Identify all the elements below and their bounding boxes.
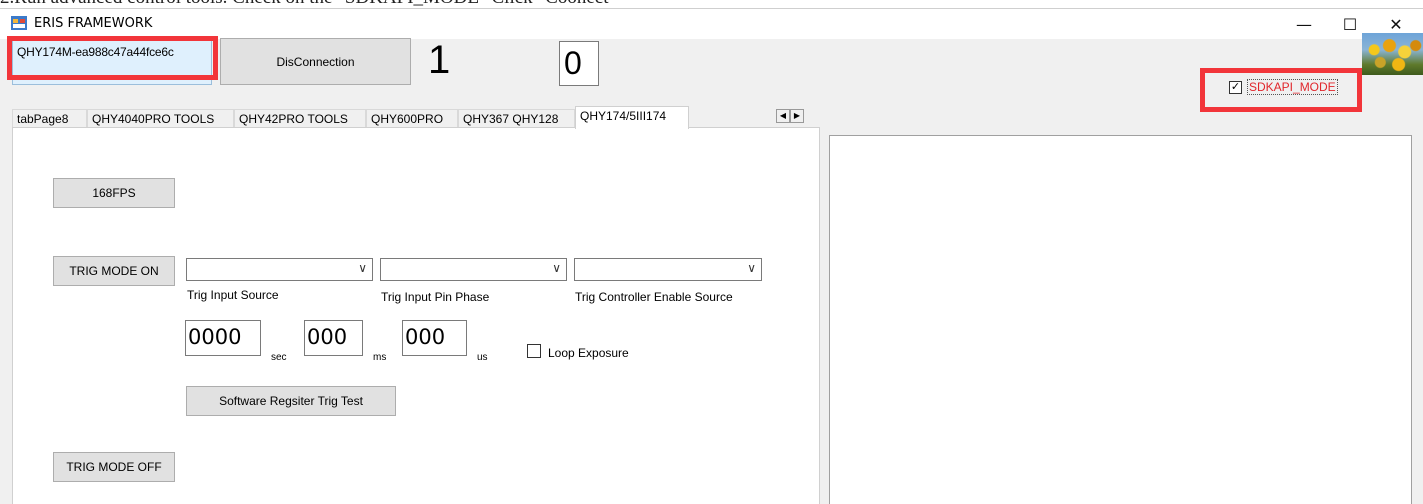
tab-qhy42pro-tools[interactable]: QHY42PRO TOOLS	[234, 109, 366, 128]
sdkapi-mode-checkbox[interactable]: ✓	[1229, 81, 1242, 94]
sdkapi-mode-label[interactable]: SDKAPI_MODE	[1247, 79, 1338, 95]
sec-unit-label: sec	[271, 352, 287, 363]
title-bar: ERIS FRAMEWORK — ☐ ✕	[0, 9, 1423, 39]
fps-168-button[interactable]: 168FPS	[53, 178, 175, 208]
tab-scroll-right-icon[interactable]: ▶	[790, 109, 804, 123]
exposure-sec-input[interactable]: 0000	[185, 320, 261, 356]
tab-tabpage8[interactable]: tabPage8	[12, 109, 87, 128]
us-unit-label: us	[477, 352, 488, 363]
loop-exposure-label[interactable]: Loop Exposure	[548, 346, 629, 360]
trig-mode-off-button[interactable]: TRIG MODE OFF	[53, 452, 175, 482]
tab-qhy174-5iii174[interactable]: QHY174/5III174	[575, 106, 689, 129]
trig-controller-enable-source-label: Trig Controller Enable Source	[575, 290, 733, 304]
app-icon	[11, 16, 27, 30]
trig-input-source-select[interactable]: ∨	[186, 258, 373, 281]
tab-qhy600pro[interactable]: QHY600PRO	[366, 109, 458, 128]
trig-controller-enable-source-select[interactable]: ∨	[574, 258, 762, 281]
exposure-us-input[interactable]: 000	[402, 320, 467, 356]
tulip-image	[1362, 33, 1423, 75]
trig-mode-on-button[interactable]: TRIG MODE ON	[53, 256, 175, 286]
software-register-trig-test-button[interactable]: Software Regsiter Trig Test	[186, 386, 396, 416]
tab-scroll-left-icon[interactable]: ◀	[776, 109, 790, 123]
tab-qhy367-qhy128[interactable]: QHY367 QHY128	[458, 109, 575, 128]
ms-unit-label: ms	[373, 352, 387, 363]
connected-count: 1	[428, 38, 451, 82]
chevron-down-icon: ∨	[358, 261, 367, 275]
image-preview-panel	[829, 135, 1412, 504]
window-title: ERIS FRAMEWORK	[34, 16, 153, 31]
exposure-ms-input[interactable]: 000	[304, 320, 363, 356]
trig-input-pin-phase-select[interactable]: ∨	[380, 258, 567, 281]
device-highlight-box	[7, 36, 218, 80]
count-box[interactable]: 0	[559, 41, 599, 86]
tab-strip: tabPage8 QHY4040PRO TOOLS QHY42PRO TOOLS…	[12, 106, 812, 129]
loop-exposure-checkbox[interactable]	[527, 344, 541, 358]
tab-qhy4040pro-tools[interactable]: QHY4040PRO TOOLS	[87, 109, 234, 128]
disconnection-button[interactable]: DisConnection	[220, 38, 411, 85]
chevron-down-icon: ∨	[552, 261, 561, 275]
trig-input-pin-phase-label: Trig Input Pin Phase	[381, 290, 490, 304]
trig-input-source-label: Trig Input Source	[187, 288, 279, 302]
minimize-button[interactable]: —	[1281, 9, 1327, 39]
chevron-down-icon: ∨	[747, 261, 756, 275]
